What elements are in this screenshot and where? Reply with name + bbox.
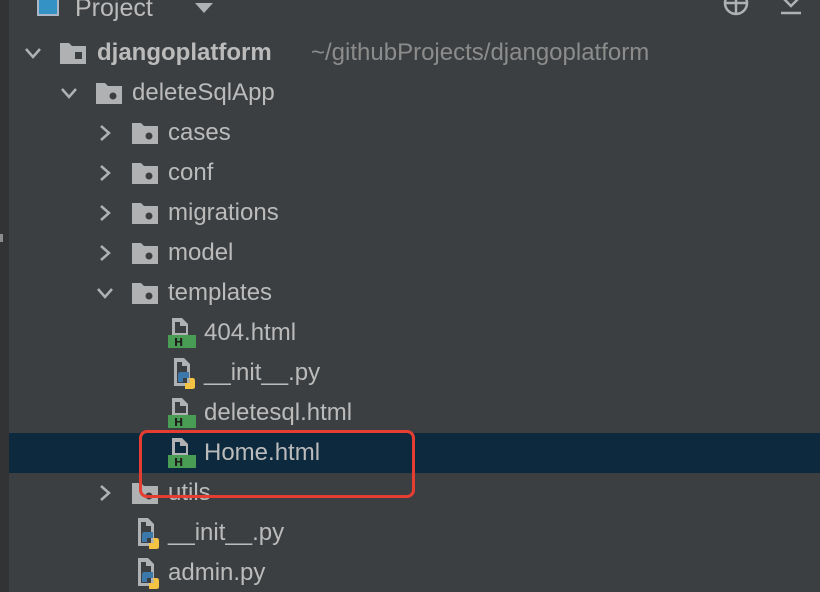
tree-row-folder[interactable]: cases <box>9 113 820 153</box>
tree-item-label: model <box>168 239 234 266</box>
tree-row-file-selected[interactable]: H Home.html <box>9 433 820 473</box>
package-folder-icon <box>132 283 158 304</box>
python-file-icon <box>138 518 159 549</box>
tree-row-root[interactable]: djangoplatform ~/githubProjects/djangopl… <box>9 33 820 73</box>
project-view-title[interactable]: Project <box>75 0 153 23</box>
html-file-icon: H <box>168 438 196 469</box>
tree-item-label: admin.py <box>168 559 266 586</box>
python-file-icon <box>138 558 159 589</box>
svg-text:H: H <box>174 456 183 469</box>
tree-row-file[interactable]: __init__.py <box>9 353 820 393</box>
gutter-marker <box>0 234 3 242</box>
tree-row-file[interactable]: __init__.py <box>9 513 820 553</box>
project-tree: djangoplatform ~/githubProjects/djangopl… <box>9 33 820 592</box>
tree-item-label: deleteSqlApp <box>132 79 275 106</box>
python-file-icon <box>174 358 195 389</box>
chevron-right-icon[interactable] <box>95 483 115 503</box>
package-folder-icon <box>132 243 158 264</box>
module-folder-icon <box>60 43 86 64</box>
tree-row-folder[interactable]: deleteSqlApp <box>9 73 820 113</box>
tree-row-file[interactable]: H 404.html <box>9 313 820 353</box>
svg-text:H: H <box>174 416 183 429</box>
package-folder-icon <box>132 163 158 184</box>
tree-item-label: migrations <box>168 199 279 226</box>
chevron-down-icon[interactable] <box>59 83 79 103</box>
tree-item-label: templates <box>168 279 273 306</box>
tree-row-folder[interactable]: templates <box>9 273 820 313</box>
svg-text:H: H <box>174 336 183 349</box>
tree-row-folder[interactable]: migrations <box>9 193 820 233</box>
collapse-all-icon[interactable] <box>777 0 805 18</box>
chevron-down-icon[interactable] <box>95 283 115 303</box>
chevron-right-icon[interactable] <box>95 243 115 263</box>
tree-root-path: ~/githubProjects/djangoplatform <box>311 39 650 66</box>
tree-item-label: utils <box>168 479 211 506</box>
tree-item-label: conf <box>168 159 214 186</box>
chevron-down-icon[interactable] <box>23 43 43 63</box>
tree-row-folder[interactable]: conf <box>9 153 820 193</box>
tree-root-label: djangoplatform <box>97 39 272 66</box>
locate-icon[interactable] <box>723 0 749 16</box>
dropdown-icon[interactable] <box>195 3 213 13</box>
chevron-right-icon[interactable] <box>95 203 115 223</box>
project-tool-window: Project djangoplatform ~/githubProjects/… <box>0 0 820 592</box>
html-file-icon: H <box>168 398 196 429</box>
tree-row-folder[interactable]: model <box>9 233 820 273</box>
package-folder-icon <box>132 123 158 144</box>
package-folder-icon <box>132 203 158 224</box>
package-folder-icon <box>132 483 158 504</box>
tree-row-file[interactable]: admin.py <box>9 553 820 592</box>
tree-row-folder[interactable]: utils <box>9 473 820 513</box>
package-folder-icon <box>96 83 122 104</box>
tree-item-label: __init__.py <box>204 359 321 386</box>
tree-item-label: __init__.py <box>168 519 285 546</box>
tree-item-label: deletesql.html <box>204 399 353 426</box>
tree-item-label: 404.html <box>204 319 297 346</box>
project-toolbar: Project <box>9 0 820 26</box>
chevron-right-icon[interactable] <box>95 123 115 143</box>
chevron-right-icon[interactable] <box>95 163 115 183</box>
left-tool-strip <box>0 0 9 592</box>
project-view-icon[interactable] <box>37 0 59 16</box>
tree-item-label: Home.html <box>204 439 321 466</box>
tree-item-label: cases <box>168 119 231 146</box>
tree-row-file[interactable]: H deletesql.html <box>9 393 820 433</box>
html-file-icon: H <box>168 318 196 349</box>
